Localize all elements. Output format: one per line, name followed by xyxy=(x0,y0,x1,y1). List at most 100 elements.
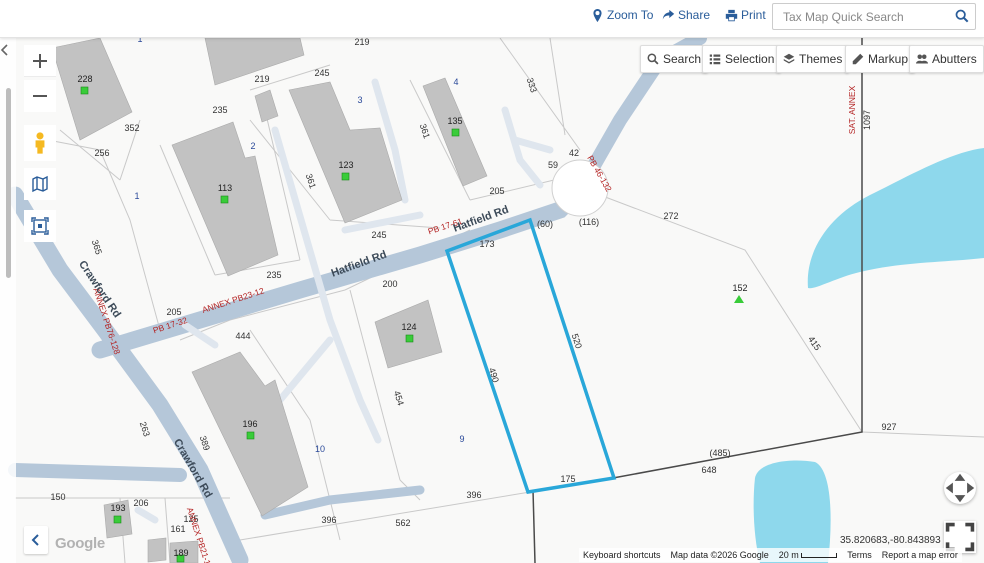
svg-text:59: 59 xyxy=(548,160,558,170)
quick-search-input[interactable] xyxy=(773,4,963,29)
svg-text:365: 365 xyxy=(90,238,104,255)
list-icon xyxy=(709,54,721,65)
svg-text:205: 205 xyxy=(166,307,181,317)
markup-tool-button[interactable]: Markup xyxy=(845,45,916,73)
svg-text:361: 361 xyxy=(304,172,318,189)
svg-text:219: 219 xyxy=(254,74,269,84)
svg-text:(485): (485) xyxy=(709,448,730,458)
map-icon xyxy=(32,175,48,193)
themes-tool-label: Themes xyxy=(799,52,843,66)
svg-text:SAT. ANNEX: SAT. ANNEX xyxy=(847,85,857,134)
parcel-id-123: 123 xyxy=(338,160,353,170)
location-pin-icon xyxy=(593,8,602,22)
print-button[interactable]: Print xyxy=(725,8,766,22)
map-type-button[interactable] xyxy=(24,168,56,200)
svg-text:263: 263 xyxy=(138,420,152,437)
search-tool-label: Search xyxy=(663,52,702,66)
svg-text:42: 42 xyxy=(569,148,579,158)
collapse-panel-button[interactable] xyxy=(0,44,14,60)
parcel-id-113: 113 xyxy=(218,183,232,193)
terms-link[interactable]: Terms xyxy=(847,550,872,560)
parcel-152-marker xyxy=(734,295,744,303)
lot-number: 9 xyxy=(459,434,464,444)
compass-button[interactable] xyxy=(944,472,976,504)
svg-text:161: 161 xyxy=(170,524,185,534)
themes-tool-button[interactable]: Themes xyxy=(776,45,850,73)
svg-text:352: 352 xyxy=(124,123,139,133)
svg-text:256: 256 xyxy=(94,148,109,158)
layers-icon xyxy=(783,53,795,64)
lot-number: 1 xyxy=(134,191,139,201)
svg-text:562: 562 xyxy=(395,518,410,528)
search-icon xyxy=(647,53,659,65)
map-canvas[interactable]: 228 113 123 135 124 196 193 189 152 1 2 … xyxy=(0,38,984,563)
lot-number: 3 xyxy=(357,95,362,105)
svg-text:245: 245 xyxy=(371,230,386,240)
svg-text:173: 173 xyxy=(479,239,494,249)
search-icon[interactable] xyxy=(955,9,969,23)
share-label: Share xyxy=(678,8,711,22)
building-124 xyxy=(374,299,443,369)
zoom-in-button[interactable] xyxy=(24,45,56,77)
full-extent-button[interactable] xyxy=(24,210,56,242)
building-142 xyxy=(147,537,167,563)
svg-text:1097: 1097 xyxy=(862,110,872,130)
expand-panel-button[interactable] xyxy=(24,526,48,554)
parcel-id-124: 124 xyxy=(401,322,416,332)
zoom-to-button[interactable]: Zoom To xyxy=(591,8,653,22)
parcel-id-189: 189 xyxy=(173,548,188,558)
parcel-id-196: 196 xyxy=(242,419,257,429)
google-logo: Google xyxy=(55,535,105,552)
scrollbar-thumb[interactable] xyxy=(6,88,11,278)
top-bar: Zoom To Share Print xyxy=(0,0,984,38)
selected-parcel-outline[interactable] xyxy=(444,217,617,494)
zoom-out-button[interactable] xyxy=(24,80,56,112)
svg-text:333: 333 xyxy=(525,76,539,93)
scale-indicator: 20 m xyxy=(779,550,838,560)
report-error-link[interactable]: Report a map error xyxy=(882,550,958,560)
parcel-lines xyxy=(14,38,984,563)
map-data-credit: Map data ©2026 Google xyxy=(670,550,769,560)
svg-text:272: 272 xyxy=(663,211,678,221)
print-label: Print xyxy=(741,8,766,22)
svg-text:361: 361 xyxy=(418,122,432,139)
parcel-id-152: 152 xyxy=(732,283,747,293)
svg-text:396: 396 xyxy=(321,515,336,525)
minus-icon xyxy=(33,95,47,97)
chevron-left-icon xyxy=(0,44,8,56)
share-icon xyxy=(662,9,675,20)
lot-number: 2 xyxy=(250,141,255,151)
svg-text:444: 444 xyxy=(235,331,250,341)
svg-text:235: 235 xyxy=(266,270,281,280)
svg-text:219: 219 xyxy=(354,38,369,47)
zoom-to-label: Zoom To xyxy=(607,8,654,22)
svg-text:(116): (116) xyxy=(579,217,599,227)
abutters-tool-button[interactable]: Abutters xyxy=(909,45,984,73)
dimension-labels: 219 219 245 235 352 256 361 333 361 59 4… xyxy=(50,38,896,534)
street-view-button[interactable] xyxy=(24,125,56,161)
svg-text:927: 927 xyxy=(881,422,896,432)
chevron-left-icon xyxy=(31,534,39,546)
svg-text:454: 454 xyxy=(392,389,406,406)
selection-tool-label: Selection xyxy=(725,52,775,66)
svg-text:200: 200 xyxy=(382,279,397,289)
map-attribution: Keyboard shortcuts Map data ©2026 Google… xyxy=(579,548,962,562)
pond-water xyxy=(807,148,984,289)
building-small xyxy=(254,89,279,123)
svg-text:648: 648 xyxy=(701,465,716,475)
svg-text:245: 245 xyxy=(314,68,329,78)
svg-text:150: 150 xyxy=(50,492,65,502)
svg-text:490: 490 xyxy=(487,366,501,383)
lot-number: 4 xyxy=(453,77,458,87)
scale-bar xyxy=(801,553,838,559)
svg-text:396: 396 xyxy=(466,490,481,500)
plus-icon xyxy=(33,53,47,68)
search-tool-button[interactable]: Search xyxy=(640,45,709,73)
abutters-tool-label: Abutters xyxy=(932,52,977,66)
share-button[interactable]: Share xyxy=(662,8,710,22)
pencil-icon xyxy=(852,53,864,65)
scale-label: 20 m xyxy=(778,550,799,560)
parcel-id-228: 228 xyxy=(77,74,92,84)
keyboard-shortcuts-link[interactable]: Keyboard shortcuts xyxy=(583,550,661,560)
selection-tool-button[interactable]: Selection xyxy=(702,45,782,73)
